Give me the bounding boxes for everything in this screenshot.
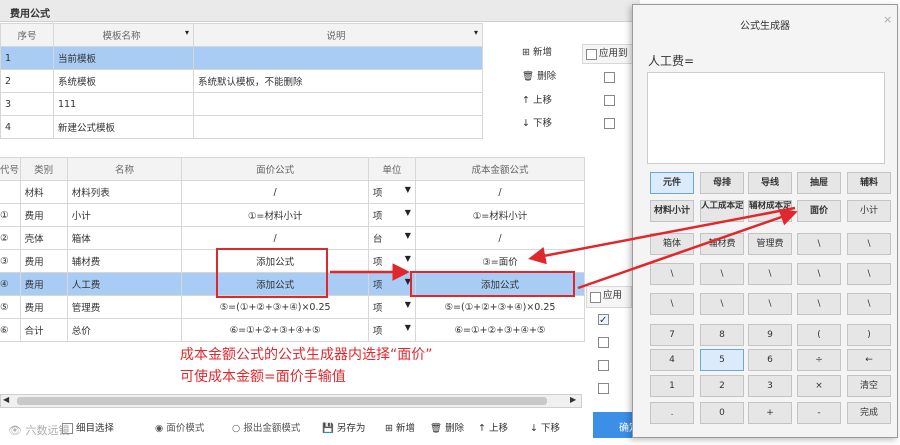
arrow-2 xyxy=(528,206,796,265)
screen: 费用公式 序号 模板名称 ▾ 说明 ▾ 1 当前模板 2 系统模板 系统默认模板，不能删除… xyxy=(0,0,900,445)
arrows-overlay xyxy=(330,206,798,290)
arrow-3 xyxy=(577,208,798,290)
